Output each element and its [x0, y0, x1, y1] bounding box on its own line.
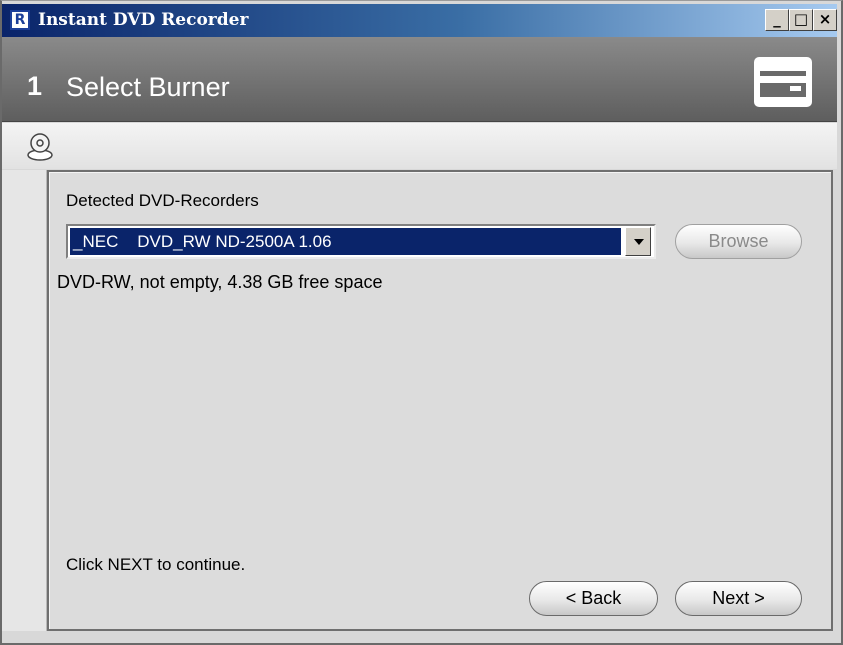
minimize-button[interactable]: _ — [765, 9, 789, 31]
back-button[interactable]: < Back — [529, 581, 658, 616]
burner-slot-top — [760, 71, 806, 76]
title-bar[interactable]: R Instant DVD Recorder _ □ × — [2, 4, 837, 37]
close-button[interactable]: × — [813, 9, 837, 31]
disc-drive-icon[interactable] — [26, 132, 54, 162]
media-info-text: DVD-RW, not empty, 4.38 GB free space — [57, 272, 383, 292]
step-title: Select Burner — [66, 72, 230, 102]
left-stripe — [2, 170, 47, 631]
burner-led — [790, 86, 801, 91]
recorder-select-value[interactable]: _NEC DVD_RW ND-2500A 1.06 — [69, 227, 622, 256]
window-title: Instant DVD Recorder — [38, 10, 249, 30]
next-button[interactable]: Next > — [675, 581, 802, 616]
chevron-down-icon[interactable] — [625, 227, 651, 256]
dvd-burner-icon — [754, 57, 812, 107]
continue-hint: Click NEXT to continue. — [66, 555, 246, 574]
step-number: 1 — [27, 71, 43, 101]
content-panel: Detected DVD-Recorders _NEC DVD_RW ND-25… — [47, 170, 833, 631]
browse-button[interactable]: Browse — [675, 224, 802, 259]
maximize-button[interactable]: □ — [789, 9, 813, 31]
recorder-select[interactable]: _NEC DVD_RW ND-2500A 1.06 — [66, 224, 656, 259]
toolbar-strip — [2, 123, 837, 169]
step-header: 1 Select Burner — [2, 37, 837, 122]
app-icon: R — [10, 10, 30, 30]
detected-recorders-label: Detected DVD-Recorders — [66, 191, 259, 210]
